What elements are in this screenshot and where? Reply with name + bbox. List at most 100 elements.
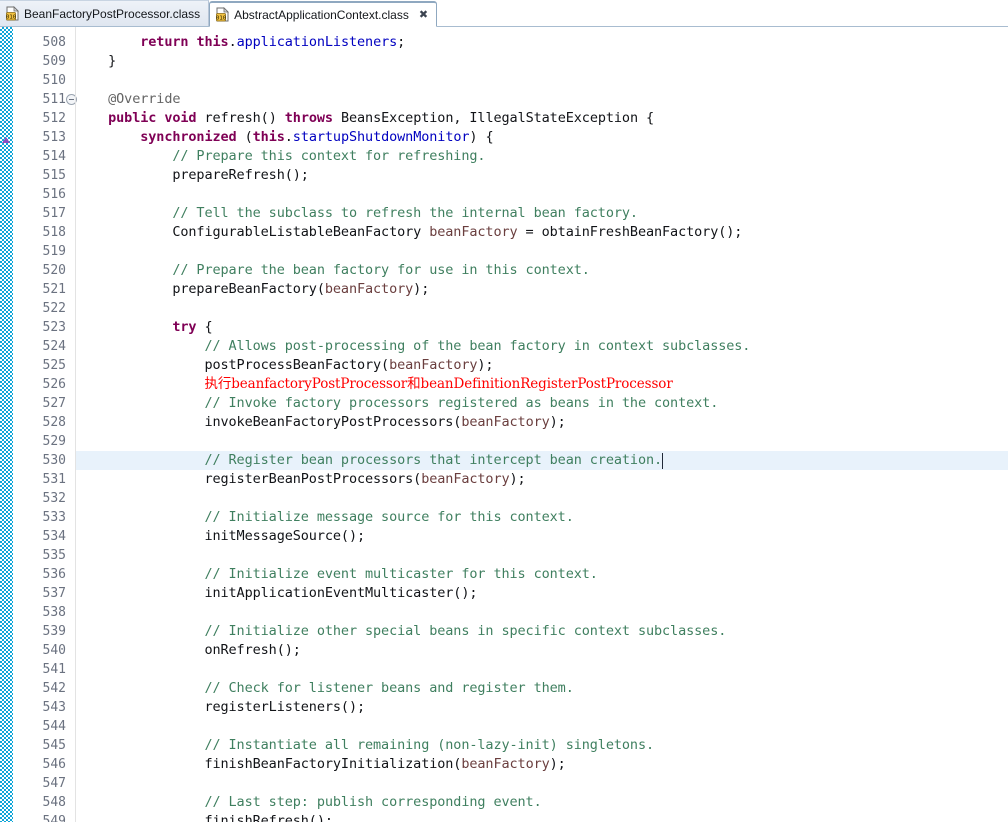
code-token-kw: this xyxy=(196,34,229,50)
line-number: 521 xyxy=(42,282,66,297)
code-line[interactable]: return this.applicationListeners; xyxy=(76,33,405,52)
code-token-cmt: // Last step: publish corresponding even… xyxy=(76,794,542,810)
code-line[interactable]: initMessageSource(); xyxy=(76,527,365,546)
close-icon[interactable]: ✖ xyxy=(419,9,428,20)
code-token-pln: = obtainFreshBeanFactory(); xyxy=(517,224,743,240)
tab-abstractapplicationcontext[interactable]: 010 AbstractApplicationContext.class ✖ xyxy=(209,1,438,27)
line-number: 519 xyxy=(42,244,66,259)
code-line[interactable]: } xyxy=(76,52,116,71)
code-line[interactable]: // Register bean processors that interce… xyxy=(76,451,662,470)
code-line[interactable]: // Check for listener beans and register… xyxy=(76,679,573,698)
code-token-cmt: // Initialize event multicaster for this… xyxy=(76,566,598,582)
code-token-lvar: beanFactory xyxy=(389,357,478,373)
code-line[interactable]: public void refresh() throws BeansExcept… xyxy=(76,109,654,128)
code-line[interactable]: // Tell the subclass to refresh the inte… xyxy=(76,204,638,223)
code-token-pln: } xyxy=(76,53,117,69)
code-surface[interactable]: return this.applicationListeners; } @Ove… xyxy=(76,27,1008,830)
code-line[interactable]: // Allows post-processing of the bean fa… xyxy=(76,337,750,356)
line-number: 541 xyxy=(42,662,66,677)
code-token-pln: prepareRefresh(); xyxy=(76,167,309,183)
line-number: 511 xyxy=(42,92,66,107)
code-token-kw: this xyxy=(252,129,285,145)
code-line[interactable]: // Initialize event multicaster for this… xyxy=(76,565,598,584)
code-line[interactable]: 执行beanfactoryPostProcessor和beanDefinitio… xyxy=(76,375,673,394)
code-line[interactable]: // Invoke factory processors registered … xyxy=(76,394,718,413)
tab-label: AbstractApplicationContext.class xyxy=(234,7,409,22)
code-line[interactable]: // Initialize message source for this co… xyxy=(76,508,574,527)
code-token-pln: ConfigurableListableBeanFactory xyxy=(76,224,430,240)
code-token-cmt: // Initialize message source for this co… xyxy=(76,509,574,525)
line-number-gutter[interactable]: 5075085095105115125135145155165175185195… xyxy=(13,27,77,830)
class-file-icon: 010 xyxy=(6,6,19,21)
line-number: 530 xyxy=(42,453,66,468)
code-line[interactable]: registerListeners(); xyxy=(76,698,365,717)
code-line[interactable]: finishBeanFactoryInitialization(beanFact… xyxy=(76,755,565,774)
code-line[interactable]: prepareRefresh(); xyxy=(76,166,309,185)
code-token-pln xyxy=(76,91,108,107)
code-line[interactable]: onRefresh(); xyxy=(76,641,301,660)
code-line[interactable]: postProcessBeanFactory(beanFactory); xyxy=(76,356,493,375)
line-number: 542 xyxy=(42,681,66,696)
svg-text:010: 010 xyxy=(216,15,226,21)
code-token-pln: registerListeners(); xyxy=(76,699,365,715)
code-token-pln: finishBeanFactoryInitialization( xyxy=(76,756,462,772)
code-token-lvar: beanFactory xyxy=(324,281,414,297)
code-line[interactable]: synchronized (this.startupShutdownMonito… xyxy=(76,128,493,147)
tab-beanfactorypostprocessor[interactable]: 010 BeanFactoryPostProcessor.class xyxy=(0,0,210,26)
line-number: 533 xyxy=(42,510,66,525)
code-token-lvar: beanFactory xyxy=(461,756,550,772)
code-token-fld: applicationListeners xyxy=(236,34,398,50)
line-number: 516 xyxy=(42,187,66,202)
line-number: 532 xyxy=(42,491,66,506)
line-number: 534 xyxy=(42,529,66,544)
class-file-icon: 010 xyxy=(216,7,230,22)
code-token-pln: ( xyxy=(236,129,253,145)
code-token-cmt: // Invoke factory processors registered … xyxy=(76,395,719,411)
code-line[interactable]: prepareBeanFactory(beanFactory); xyxy=(76,280,429,299)
code-line[interactable]: @Override xyxy=(76,90,180,109)
code-token-kw: synchronized xyxy=(140,129,237,145)
code-token-kw: throws xyxy=(284,110,333,126)
code-line[interactable]: registerBeanPostProcessors(beanFactory); xyxy=(76,470,525,489)
code-token-cmt: // Register bean processors that interce… xyxy=(76,452,663,468)
overview-marker-strip[interactable] xyxy=(0,27,13,830)
code-token-pln: onRefresh(); xyxy=(76,642,301,658)
line-number: 537 xyxy=(42,586,66,601)
code-line[interactable]: // Prepare this context for refreshing. xyxy=(76,147,485,166)
code-token-pln: prepareBeanFactory( xyxy=(76,281,325,297)
line-number: 515 xyxy=(42,168,66,183)
line-number: 526 xyxy=(42,377,66,392)
code-token-cmt: // Allows post-processing of the bean fa… xyxy=(76,338,751,354)
line-number: 538 xyxy=(42,605,66,620)
code-line[interactable]: // Initialize other special beans in spe… xyxy=(76,622,726,641)
line-number: 546 xyxy=(42,757,66,772)
code-token-kw: return xyxy=(140,34,189,50)
code-line[interactable]: initApplicationEventMulticaster(); xyxy=(76,584,477,603)
line-number: 531 xyxy=(42,472,66,487)
code-token-cn: 执行beanfactoryPostProcessor和beanDefinitio… xyxy=(204,376,673,392)
code-token-pln: postProcessBeanFactory( xyxy=(76,357,390,373)
code-token-pln xyxy=(76,376,204,392)
code-line[interactable]: invokeBeanFactoryPostProcessors(beanFact… xyxy=(76,413,565,432)
line-number: 543 xyxy=(42,700,66,715)
code-line[interactable]: // Instantiate all remaining (non-lazy-i… xyxy=(76,736,654,755)
line-number: 509 xyxy=(42,54,66,69)
line-number: 512 xyxy=(42,111,66,126)
line-number: 514 xyxy=(42,149,66,164)
code-token-pln: initApplicationEventMulticaster(); xyxy=(76,585,478,601)
line-number: 544 xyxy=(42,719,66,734)
line-number: 520 xyxy=(42,263,66,278)
code-token-kw: void xyxy=(164,110,197,126)
line-number: 540 xyxy=(42,643,66,658)
code-token-cmt: // Tell the subclass to refresh the inte… xyxy=(76,205,638,221)
code-editor[interactable]: 5075085095105115125135145155165175185195… xyxy=(0,27,1008,830)
code-line[interactable]: // Prepare the bean factory for use in t… xyxy=(76,261,590,280)
line-number: 548 xyxy=(42,795,66,810)
code-token-pln xyxy=(76,319,172,335)
code-line[interactable]: try { xyxy=(76,318,212,337)
code-token-pln: invokeBeanFactoryPostProcessors( xyxy=(76,414,462,430)
code-line[interactable]: ConfigurableListableBeanFactory beanFact… xyxy=(76,223,742,242)
code-token-pln: ); xyxy=(413,281,430,297)
svg-text:010: 010 xyxy=(6,14,16,20)
code-line[interactable]: // Last step: publish corresponding even… xyxy=(76,793,542,812)
